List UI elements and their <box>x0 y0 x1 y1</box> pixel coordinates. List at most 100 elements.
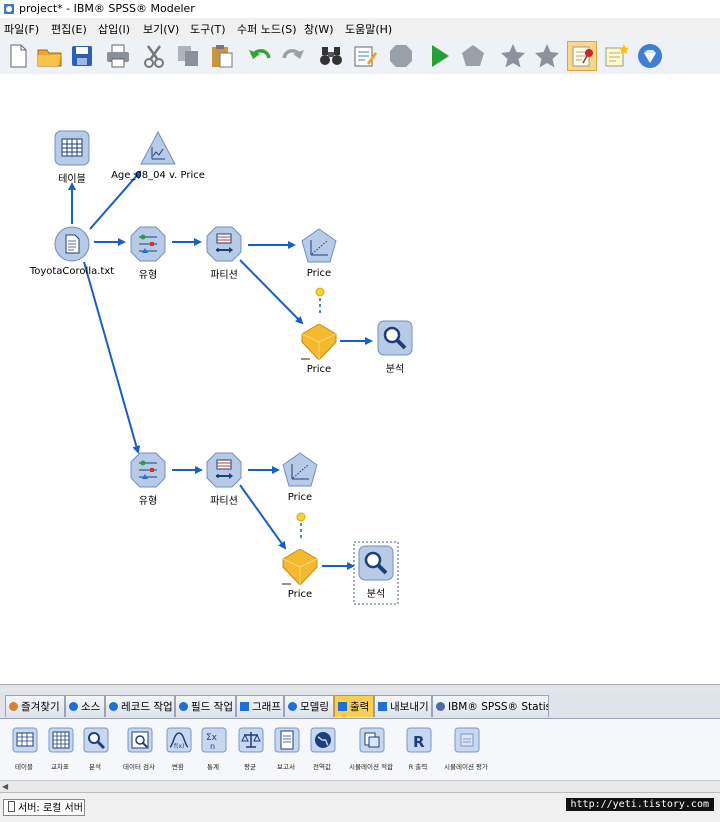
sim-fitting-icon <box>359 727 385 753</box>
node-label: 분석 <box>366 589 386 600</box>
watermark: http://yeti.tistory.com <box>565 798 714 811</box>
scroll-left-icon[interactable]: ◀ <box>2 782 8 791</box>
menu-window[interactable]: 창(W) <box>304 21 334 37</box>
zoom-in-button[interactable] <box>498 41 528 71</box>
source-file-icon <box>54 226 90 262</box>
svg-text:f(x): f(x) <box>174 743 184 750</box>
menu-insert[interactable]: 삽입(I) <box>98 21 130 37</box>
copy-button[interactable] <box>173 41 203 71</box>
palette-tabs: 즐겨찾기 소스 레코드 작업 필드 작업 그래프 모델링 출력 내보내기 IBM… <box>0 692 720 718</box>
magnifier-icon <box>83 727 109 753</box>
partition-node-icon <box>206 452 242 488</box>
circle-icon <box>109 702 118 711</box>
triangle-icon <box>240 702 249 711</box>
comment-button[interactable] <box>601 41 631 71</box>
server-icon <box>8 801 15 812</box>
comment-icon <box>605 44 629 67</box>
annotation-pin-icon <box>572 46 593 67</box>
cut-button[interactable] <box>139 41 169 71</box>
pentagon-icon <box>288 702 297 711</box>
circle-icon <box>179 702 188 711</box>
square-icon <box>378 702 387 711</box>
regression-model-icon <box>301 228 337 263</box>
menu-view[interactable]: 보기(V) <box>143 21 179 37</box>
menu-tools[interactable]: 도구(T) <box>190 21 226 37</box>
regression-model-icon <box>282 452 318 487</box>
analysis-node-icon <box>358 545 394 581</box>
menu-edit[interactable]: 편집(E) <box>51 21 87 37</box>
edit-stream-icon <box>354 46 377 67</box>
svg-text:n: n <box>210 742 215 751</box>
circle-icon <box>69 702 78 711</box>
print-icon <box>107 44 129 68</box>
analysis-node-icon <box>377 320 413 356</box>
model-nugget-icon <box>282 549 318 585</box>
save-icon <box>72 46 92 66</box>
node-label: 파티션 <box>210 270 238 281</box>
tab-export[interactable]: 내보내기 <box>374 695 432 717</box>
new-file-button[interactable] <box>3 41 33 71</box>
main-toolbar <box>0 38 720 75</box>
square-icon <box>338 702 347 711</box>
tab-modeling[interactable]: 모델링 <box>284 695 334 717</box>
matrix-icon <box>48 727 74 753</box>
model-link-marker-1 <box>315 287 325 297</box>
scale-icon <box>238 727 264 753</box>
new-file-icon <box>10 44 27 68</box>
print-button[interactable] <box>103 41 133 71</box>
undo-icon <box>249 49 271 59</box>
type-node-icon <box>130 226 166 262</box>
menu-supernode[interactable]: 수퍼 노드(S) <box>237 21 297 37</box>
window-title: project* - IBM® SPSS® Modeler <box>19 2 195 15</box>
paste-icon <box>212 45 233 68</box>
run-selection-icon <box>462 45 484 66</box>
globe-icon <box>310 727 336 753</box>
gem-icon <box>638 44 662 68</box>
node-label: Price <box>306 268 332 279</box>
undo-button[interactable] <box>245 41 275 71</box>
paste-button[interactable] <box>207 41 237 71</box>
tab-graphs[interactable]: 그래프 <box>236 695 284 717</box>
transform-icon: f(x) <box>166 727 192 753</box>
cut-icon <box>144 45 164 68</box>
star-icon <box>501 44 525 68</box>
stop-button[interactable] <box>386 41 416 71</box>
run-icon <box>432 45 449 67</box>
copy-icon <box>178 46 198 66</box>
node-label: Age_08_04 v. Price <box>111 170 205 181</box>
sim-eval-icon <box>454 727 480 753</box>
tab-favorites[interactable]: 즐겨찾기 <box>5 695 65 717</box>
tab-field-ops[interactable]: 필드 작업 <box>175 695 236 717</box>
find-button[interactable] <box>316 41 346 71</box>
binoculars-icon <box>320 47 342 65</box>
spss-icon <box>436 702 445 711</box>
run-selection-button[interactable] <box>458 41 488 71</box>
tab-output[interactable]: 출력 <box>334 695 374 717</box>
save-button[interactable] <box>67 41 97 71</box>
run-button[interactable] <box>424 41 454 71</box>
statistics-icon: Σxn <box>201 727 227 753</box>
title-bar: project* - IBM® SPSS® Modeler <box>0 0 720 18</box>
tab-record-ops[interactable]: 레코드 작업 <box>105 695 175 717</box>
zoom-out-button[interactable] <box>532 41 562 71</box>
type-node-icon <box>130 452 166 488</box>
menu-help[interactable]: 도움말(H) <box>345 21 392 37</box>
node-palette: 테이블 교차표 분석 데이터 검사 f(x) 변환 Σx n 통계 평균 보고서 … <box>0 718 720 781</box>
global-button[interactable] <box>635 41 665 71</box>
edit-stream-button[interactable] <box>350 41 380 71</box>
open-button[interactable] <box>35 41 65 71</box>
model-link-marker-2 <box>296 512 306 522</box>
open-folder-icon <box>37 49 62 67</box>
server-status[interactable]: 서버: 로컬 서버 <box>3 799 85 816</box>
annotation-button[interactable] <box>567 41 597 71</box>
tab-spss-statistics[interactable]: IBM® SPSS® Statistics <box>432 695 549 717</box>
menu-file[interactable]: 파일(F) <box>4 21 39 37</box>
node-label: Price <box>287 492 313 503</box>
stream-canvas[interactable]: 테이블 Age_08_04 v. Price ToyotaCorolla.txt… <box>0 74 720 684</box>
star-icon-2 <box>535 44 559 68</box>
redo-icon <box>282 49 304 59</box>
tab-sources[interactable]: 소스 <box>65 695 105 717</box>
redo-button[interactable] <box>278 41 308 71</box>
partition-node-icon <box>206 226 242 262</box>
report-icon <box>274 727 300 753</box>
